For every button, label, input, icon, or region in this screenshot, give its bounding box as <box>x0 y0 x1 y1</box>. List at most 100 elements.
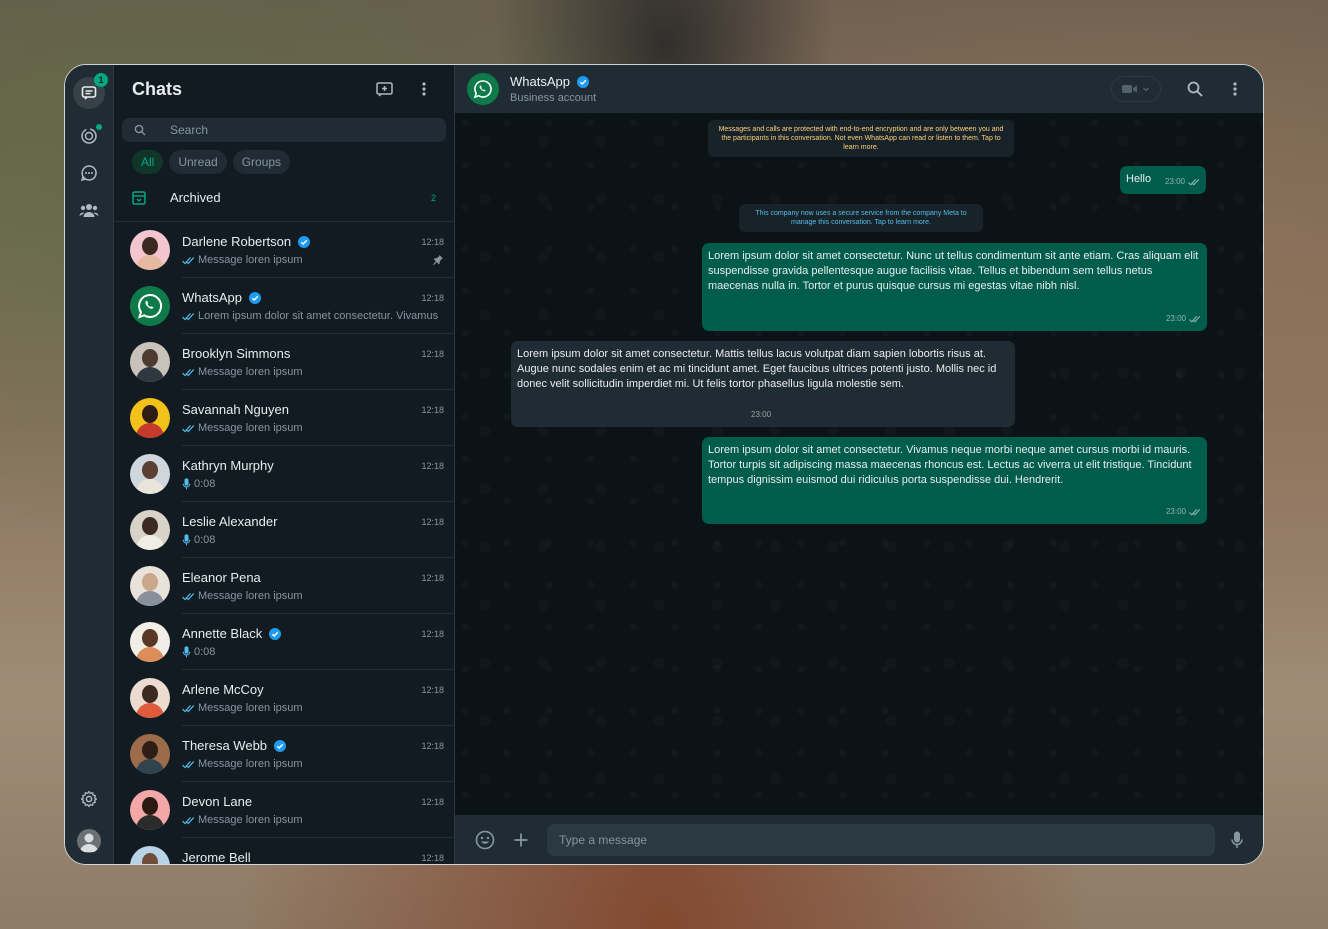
chat-list-item[interactable]: Jerome Bell12:18Message loren ipsum <box>114 838 454 864</box>
chat-time: 12:18 <box>421 404 444 415</box>
chat-list-item[interactable]: Arlene McCoy 12:18 Message loren ipsum <box>114 670 454 726</box>
chat-list-item[interactable]: Devon Lane 12:18 Message loren ipsum <box>114 782 454 838</box>
avatar-body <box>136 591 164 606</box>
chat-name: Eleanor Pena <box>182 570 261 585</box>
voice-record-button[interactable] <box>1225 828 1249 852</box>
filter-unread-chip[interactable]: Unread <box>169 150 227 174</box>
message-meta: 23:00 <box>1166 311 1201 326</box>
chat-list-item[interactable]: Darlene Robertson 12:18 Message loren ipsu… <box>114 222 454 278</box>
message-meta: 23:00 <box>751 407 771 422</box>
archived-row[interactable]: Archived 2 <box>114 174 454 222</box>
app-window: 1 Chats Search All Unread Groups Archive… <box>64 64 1264 865</box>
chat-item-content: WhatsApp 12:18 Lorem ipsum dolor sit amet … <box>182 290 444 322</box>
chat-item-content: Savannah Nguyen 12:18 Message loren ipsum <box>182 402 444 434</box>
message-input[interactable] <box>547 823 1215 856</box>
avatar-head <box>142 405 158 423</box>
message-bubble-outgoing[interactable]: Lorem ipsum dolor sit amet consectetur. … <box>702 243 1207 331</box>
chat-list-item[interactable]: Kathryn Murphy 12:18 0:08 <box>114 446 454 502</box>
chat-list-title: Chats <box>132 78 183 99</box>
double-check-icon <box>182 704 195 712</box>
new-chat-button[interactable] <box>373 77 397 101</box>
chat-item-top: Arlene McCoy 12:18 <box>182 682 444 697</box>
avatar-head <box>142 461 158 479</box>
microphone-icon <box>182 478 191 490</box>
settings-nav-button[interactable] <box>77 787 101 811</box>
chat-item-content: Devon Lane 12:18 Message loren ipsum <box>182 794 444 826</box>
chat-list-item[interactable]: Brooklyn Simmons 12:18 Message loren ipsum <box>114 334 454 390</box>
chat-list-item[interactable]: Leslie Alexander 12:18 0:08 <box>114 502 454 558</box>
chat-name: Theresa Webb <box>182 738 268 753</box>
avatar-body <box>136 759 164 774</box>
chat-item-top: Theresa Webb 12:18 <box>182 738 444 753</box>
attach-button[interactable] <box>509 828 533 852</box>
chat-list-item[interactable]: Eleanor Pena 12:18 Message loren ipsum <box>114 558 454 614</box>
verified-badge-icon <box>298 235 311 248</box>
chat-list-item[interactable]: WhatsApp 12:18 Lorem ipsum dolor sit amet … <box>114 278 454 334</box>
encryption-notice[interactable]: Messages and calls are protected with en… <box>708 120 1014 157</box>
avatar-head <box>142 797 158 815</box>
double-check-icon <box>182 368 195 376</box>
chat-item-content: Annette Black 12:18 0:08 <box>182 626 444 658</box>
communities-nav-button[interactable] <box>77 198 101 222</box>
avatar-head <box>142 853 158 864</box>
avatar <box>130 398 170 438</box>
conversation-avatar[interactable] <box>467 73 499 105</box>
message-meta: 23:00 <box>1165 174 1200 189</box>
double-check-icon <box>182 760 195 768</box>
message-meta: 23:00 <box>1166 504 1201 519</box>
chat-item-bottom: Lorem ipsum dolor sit amet consectetur. … <box>182 310 444 322</box>
archived-count: 2 <box>430 192 436 203</box>
chat-list-item[interactable]: Savannah Nguyen 12:18 Message loren ipsum <box>114 390 454 446</box>
video-call-button[interactable] <box>1111 76 1161 102</box>
microphone-icon <box>182 646 191 658</box>
message-bubble-outgoing[interactable]: Lorem ipsum dolor sit amet consectetur. … <box>702 437 1207 524</box>
chat-time: 12:18 <box>421 740 444 751</box>
message-bubble-outgoing[interactable]: Hello 23:00 <box>1120 166 1206 194</box>
conversation-menu-button[interactable] <box>1223 77 1247 101</box>
chat-last-message: Message loren ipsum <box>198 758 303 770</box>
status-nav-button[interactable] <box>77 124 102 148</box>
chats-icon <box>81 86 97 100</box>
chats-nav-button[interactable]: 1 <box>73 73 108 109</box>
chat-name: Arlene McCoy <box>182 682 264 697</box>
chat-item-bottom: Message loren ipsum <box>182 254 444 266</box>
message-bubble-incoming[interactable]: Lorem ipsum dolor sit amet consectetur. … <box>511 341 1015 427</box>
chat-item-content: Arlene McCoy 12:18 Message loren ipsum <box>182 682 444 714</box>
verified-badge-icon <box>274 739 287 752</box>
search-input[interactable] <box>170 123 420 137</box>
conversation-info: WhatsApp Business account <box>510 74 1111 104</box>
chat-item-top: Brooklyn Simmons 12:18 <box>182 346 444 361</box>
chat-item-bottom: Message loren ipsum <box>182 366 444 378</box>
chat-item-top: Leslie Alexander 12:18 <box>182 514 444 529</box>
chat-rows: Darlene Robertson 12:18 Message loren ipsu… <box>114 222 454 864</box>
avatar-body <box>136 255 164 270</box>
avatar-body <box>136 367 164 382</box>
archived-label: Archived <box>170 190 221 205</box>
avatar-head <box>142 629 158 647</box>
communities-icon <box>79 204 99 217</box>
chat-list-menu-button[interactable] <box>412 77 436 101</box>
filter-groups-chip[interactable]: Groups <box>232 150 291 174</box>
channels-nav-button[interactable] <box>77 161 101 185</box>
conversation-search-button[interactable] <box>1183 77 1207 101</box>
chat-list-item[interactable]: Annette Black 12:18 0:08 <box>114 614 454 670</box>
filter-all-chip[interactable]: All <box>132 150 164 174</box>
double-check-icon <box>182 816 195 824</box>
chat-time: 12:18 <box>421 852 444 863</box>
conversation-name: WhatsApp <box>510 74 570 89</box>
meta-service-notice[interactable]: This company now uses a secure service f… <box>739 204 983 232</box>
profile-avatar[interactable] <box>77 829 101 853</box>
chat-name: Brooklyn Simmons <box>182 346 291 361</box>
chat-item-bottom: 0:08 <box>182 534 444 546</box>
conversation-header[interactable]: WhatsApp Business account <box>455 65 1263 113</box>
emoji-button[interactable] <box>473 828 497 852</box>
conversation-pane: WhatsApp Business account Messages and c… <box>455 65 1263 864</box>
message-time: 23:00 <box>1164 177 1185 186</box>
search-bar <box>122 118 446 142</box>
microphone-icon <box>182 534 191 546</box>
video-camera-icon <box>1122 85 1137 93</box>
chat-list-item[interactable]: Theresa Webb 12:18 Message loren ipsum <box>114 726 454 782</box>
chat-last-message: Lorem ipsum dolor sit amet consectetur. … <box>198 310 439 322</box>
chat-item-content: Eleanor Pena 12:18 Message loren ipsum <box>182 570 444 602</box>
chat-time: 12:18 <box>421 628 444 639</box>
